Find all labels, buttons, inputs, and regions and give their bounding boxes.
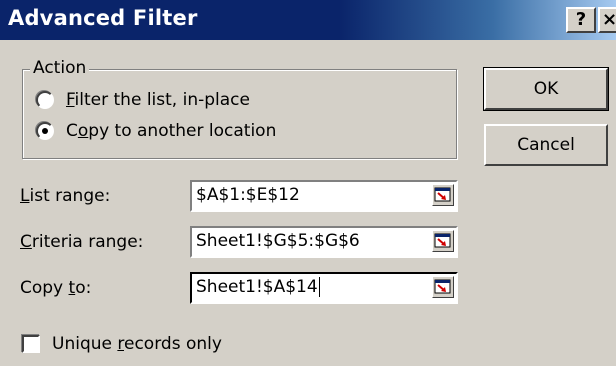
list-range-input[interactable]: $A$1:$E$12 [190,180,458,212]
list-range-value: $A$1:$E$12 [196,185,300,205]
collapse-dialog-icon [434,233,451,248]
cancel-button-label: Cancel [517,135,575,155]
collapse-dialog-icon [434,279,451,294]
list-range-label: List range: [20,186,111,206]
advanced-filter-dialog: Advanced Filter ? × Action Filter the li… [0,0,616,366]
unique-records-label: Unique records only [52,334,222,354]
collapse-dialog-icon [434,187,451,202]
radio-button-unchecked[interactable] [36,91,54,109]
title-bar[interactable]: Advanced Filter ? × [0,0,616,40]
ok-button[interactable]: OK [483,67,609,111]
radio-copy-to-location-label: Copy to another location [66,121,277,141]
radio-button-checked[interactable] [36,122,54,140]
help-button[interactable]: ? [566,7,596,33]
ok-button-label: OK [533,79,559,99]
unique-records-checkbox[interactable] [22,335,40,353]
criteria-range-value: Sheet1!$G$5:$G$6 [196,231,360,251]
criteria-range-collapse-button[interactable] [432,230,454,252]
criteria-range-input[interactable]: Sheet1!$G$5:$G$6 [190,226,458,258]
action-group-legend: Action [30,58,90,78]
cancel-button[interactable]: Cancel [484,124,608,166]
copy-to-collapse-button[interactable] [432,276,454,298]
radio-filter-in-place-label: Filter the list, in-place [66,90,250,110]
action-group-box [22,69,457,159]
list-range-collapse-button[interactable] [432,184,454,206]
radio-copy-to-location[interactable]: Copy to another location [36,121,276,141]
close-icon: × [602,9,616,30]
text-caret [318,277,320,297]
criteria-range-label: Criteria range: [20,232,144,252]
unique-records-checkbox-row[interactable]: Unique records only [22,334,222,354]
help-icon: ? [575,9,587,30]
copy-to-input[interactable]: Sheet1!$A$14 [190,272,458,304]
radio-filter-in-place[interactable]: Filter the list, in-place [36,90,250,110]
copy-to-label: Copy to: [20,278,92,298]
copy-to-value: Sheet1!$A$14 [196,277,320,297]
window-title: Advanced Filter [8,6,198,30]
close-button[interactable]: × [598,7,616,33]
